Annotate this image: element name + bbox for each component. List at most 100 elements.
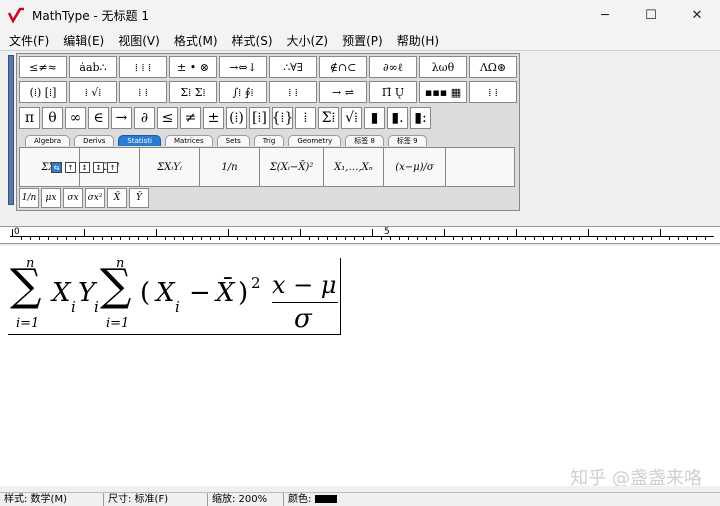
ruler[interactable]: 0 5 (0, 226, 720, 244)
infinity-button[interactable]: ∞ (65, 107, 86, 129)
menu-size[interactable]: 大小(Z) (282, 32, 334, 49)
ruler-tick (21, 236, 22, 240)
template-empty-slot[interactable] (446, 148, 514, 186)
ruler-tick (165, 236, 166, 240)
template-sum-xy[interactable]: ΣXᵢYᵢ (140, 148, 200, 186)
arrows-palette-button[interactable]: →⇔↓ (219, 56, 267, 78)
theta-button[interactable]: θ (42, 107, 63, 129)
arrow-button[interactable]: → (111, 107, 132, 129)
tab-trig[interactable]: Trig (253, 135, 285, 146)
brackets-button[interactable]: [⁞] (249, 107, 270, 129)
ruler-tick (669, 236, 670, 240)
small-sigma-x[interactable]: σx (63, 188, 83, 208)
subsup-button[interactable]: ▮: (410, 107, 431, 129)
small-x-bar[interactable]: X̄ (107, 188, 127, 208)
ruler-tick (75, 236, 76, 240)
ruler-tick (390, 236, 391, 240)
ruler-tick (345, 236, 346, 240)
menu-view[interactable]: 视图(V) (113, 32, 165, 49)
title-bar: MathType - 无标题 1 ─ ☐ ✕ (0, 0, 720, 31)
tab-algebra[interactable]: Algebra (25, 135, 71, 146)
tab-derivs[interactable]: Derivs (74, 135, 115, 146)
nudge-button-1[interactable]: ⇆ (51, 162, 62, 173)
nudge-button-2[interactable]: ↑ (65, 162, 76, 173)
ruler-tick (453, 236, 454, 240)
greek-lower-palette-button[interactable]: λωθ (419, 56, 467, 78)
bars-palette-button[interactable]: ⁞ ⁞ (269, 81, 317, 103)
tab-8[interactable]: 标签 8 (345, 135, 384, 146)
operators-palette-button[interactable]: ± • ⊗ (169, 56, 217, 78)
ruler-tick (417, 236, 418, 240)
template-one-over-n[interactable]: 1/n (200, 148, 260, 186)
not-equal-button[interactable]: ≠ (180, 107, 201, 129)
boxes-palette-button[interactable]: ⁞ ⁞ (469, 81, 517, 103)
menu-help[interactable]: 帮助(H) (392, 32, 444, 49)
integrals-palette-button[interactable]: ∫⁞ ∮⁞ (219, 81, 267, 103)
sums-palette-button[interactable]: Σ⁞ Σ⁞ (169, 81, 217, 103)
var-x1: X (52, 278, 71, 308)
superscript-button[interactable]: ▮ (364, 107, 385, 129)
plus-minus-button[interactable]: ± (203, 107, 224, 129)
sets-palette-button[interactable]: ∉∩⊂ (319, 56, 367, 78)
element-of-button[interactable]: ∈ (88, 107, 109, 129)
sub-i1: i (71, 298, 76, 316)
nudge-button-4[interactable]: ↕ (93, 162, 104, 173)
tab-geometry[interactable]: Geometry (288, 135, 342, 146)
embellishments-palette-button[interactable]: ⁞ ⁞ ⁞ (119, 56, 167, 78)
small-y-bar[interactable]: Ȳ (129, 188, 149, 208)
misc-palette-button[interactable]: ∂∞ℓ (369, 56, 417, 78)
menu-style[interactable]: 样式(S) (227, 32, 278, 49)
small-mu-x[interactable]: μx (41, 188, 61, 208)
status-color: 颜色: (284, 493, 341, 506)
sum-button[interactable]: Σ⁞ (318, 107, 339, 129)
maximize-button[interactable]: ☐ (628, 0, 674, 31)
small-sigma-x-squared[interactable]: σx² (85, 188, 105, 208)
ruler-tick (372, 229, 373, 236)
parentheses-button[interactable]: (⁞) (226, 107, 247, 129)
sqrt-button[interactable]: √⁞ (341, 107, 362, 129)
minimize-button[interactable]: ─ (582, 0, 628, 31)
template-z-score[interactable]: (x−μ)/σ (384, 148, 446, 186)
toolbar-grip[interactable] (8, 55, 14, 205)
menu-preferences[interactable]: 预置(P) (337, 32, 388, 49)
ruler-tick (156, 229, 157, 236)
close-button[interactable]: ✕ (674, 0, 720, 31)
less-equal-button[interactable]: ≤ (157, 107, 178, 129)
ruler-tick (138, 236, 139, 240)
equation-editor[interactable]: n ∑ i=1 X i Y i n ∑ i=1 ( X i − X̄ ) 2 x… (0, 246, 720, 489)
nudge-button-5[interactable]: ↑ (107, 162, 118, 173)
tab-sets[interactable]: Sets (216, 135, 250, 146)
menu-format[interactable]: 格式(M) (169, 32, 223, 49)
products-palette-button[interactable]: Π̄ Ų (369, 81, 417, 103)
ruler-tick (489, 236, 490, 240)
spaces-palette-button[interactable]: ȧab∴ (69, 56, 117, 78)
ruler-tick (381, 236, 382, 240)
partial-button[interactable]: ∂ (134, 107, 155, 129)
tab-statistics[interactable]: Statisti (118, 135, 161, 146)
nudge-button-3[interactable]: ↕ (79, 162, 90, 173)
menu-file[interactable]: 文件(F) (4, 32, 54, 49)
braces-button[interactable]: {⁞} (272, 107, 293, 129)
template-sum-deviation[interactable]: Σ(Xᵢ−X̄)² (260, 148, 324, 186)
scripts-palette-button[interactable]: ⁞ ⁞ (119, 81, 167, 103)
ruler-tick (696, 236, 697, 240)
tab-9[interactable]: 标签 9 (387, 135, 427, 146)
small-one-over-n[interactable]: 1/n (19, 188, 39, 208)
relations-palette-button[interactable]: ≤≠≈ (19, 56, 67, 78)
greek-upper-palette-button[interactable]: ΛΩ⊛ (469, 56, 517, 78)
labeled-arrows-palette-button[interactable]: → ⇌ (319, 81, 367, 103)
fraction-button[interactable]: ⁞ (295, 107, 316, 129)
status-style: 样式: 数学(M) (0, 492, 104, 506)
matrices-palette-button[interactable]: ▪▪▪ ▦ (419, 81, 467, 103)
fractions-palette-button[interactable]: ⁞ √⁞ (69, 81, 117, 103)
pi-button[interactable]: π (19, 107, 40, 129)
ruler-tick (444, 229, 445, 236)
fences-palette-button[interactable]: (⁞) [⁞] (19, 81, 67, 103)
template-sample-list[interactable]: X₁,…,Xₙ (324, 148, 384, 186)
tab-matrices[interactable]: Matrices (164, 135, 213, 146)
ruler-tick (462, 236, 463, 240)
subscript-button[interactable]: ▮. (387, 107, 408, 129)
ruler-tick (678, 236, 679, 240)
menu-edit[interactable]: 编辑(E) (58, 32, 109, 49)
logic-palette-button[interactable]: ∴∀∃ (269, 56, 317, 78)
